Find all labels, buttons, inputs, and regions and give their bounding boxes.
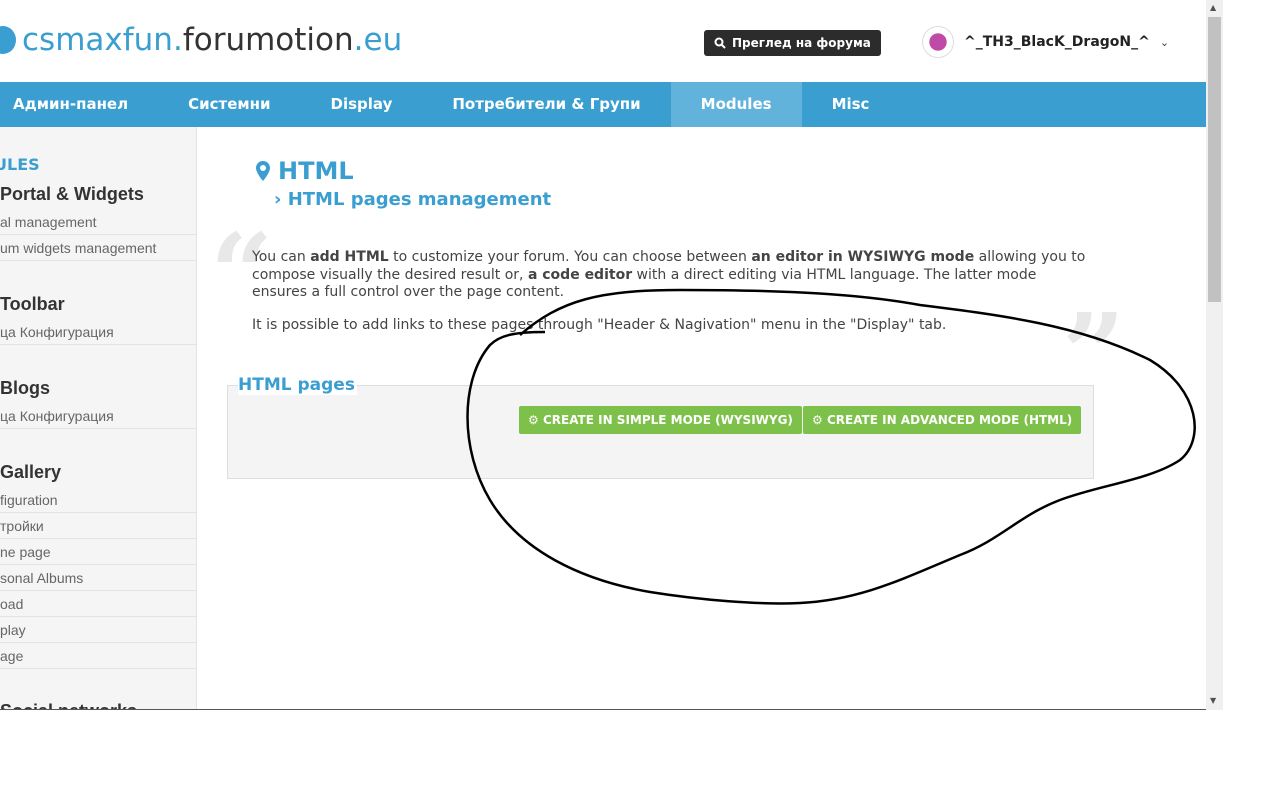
chevron-right-icon: › [274,189,282,210]
description-paragraph: You can add HTML to customize your forum… [252,249,1086,300]
sidebar-heading: Toolbar [0,294,65,314]
browser-viewport: csmaxfun.forumotion.eu Преглед на форума… [0,0,1206,710]
header: csmaxfun.forumotion.eu Преглед на форума… [0,0,1206,82]
sidebar-link[interactable]: figuration [0,487,196,513]
sidebar-link[interactable]: ца Конфигурация [0,403,196,429]
main-nav: Админ-панел Системни Display Потребители… [0,82,1206,127]
sidebar-link[interactable]: age [0,643,196,669]
sidebar-heading: Gallery [0,462,62,482]
sidebar-title: ULES [0,155,40,174]
sidebar-section-social: Social networks [0,696,196,709]
sidebar-heading: Social networks [0,696,196,709]
sidebar-link[interactable]: play [0,617,196,643]
gear-icon: ⚙ [528,413,539,427]
sidebar-link[interactable]: sonal Albums [0,565,196,591]
logo-text: csmaxfun.forumotion.eu [22,22,403,58]
description-links-note: It is possible to add links to these pag… [252,316,947,333]
username: ^_TH3_BlacK_DragoN_^ [964,34,1150,50]
main-content: HTML › HTML pages management “ ” You can… [198,127,1206,709]
speech-bubble-icon [0,26,16,54]
sidebar-link[interactable]: um widgets management [0,235,196,261]
forum-logo[interactable]: csmaxfun.forumotion.eu [0,22,402,58]
tab-system[interactable]: Системни [158,82,300,127]
tab-display[interactable]: Display [301,82,423,127]
user-menu[interactable]: ^_TH3_BlacK_DragoN_^ ⌄ [922,26,1169,58]
scroll-up-icon[interactable]: ▲ [1210,3,1216,12]
search-icon [714,37,726,49]
sidebar-section-portal: Portal & Widgets al management um widget… [0,179,196,261]
tab-modules[interactable]: Modules [670,82,802,127]
html-pages-panel: HTML pages ⚙ CREATE IN SIMPLE MODE (WYSI… [227,375,1094,479]
scroll-down-icon[interactable]: ▼ [1210,696,1216,705]
sidebar-link[interactable]: oad [0,591,196,617]
sidebar-heading: Blogs [0,378,51,398]
map-marker-icon [256,161,270,181]
description: You can add HTML to customize your forum… [252,249,1092,349]
preview-forum-button[interactable]: Преглед на форума [704,30,881,56]
sidebar-heading: Portal & Widgets [0,184,144,204]
scrollbar[interactable]: ▲ ▼ [1206,0,1223,710]
sidebar: ULES Portal & Widgets al management um w… [0,127,197,709]
panel-title: HTML pages [238,375,357,395]
create-advanced-mode-button[interactable]: ⚙ CREATE IN ADVANCED MODE (HTML) [803,406,1082,434]
preview-forum-label: Преглед на форума [732,36,871,50]
page-title: HTML [256,157,354,185]
sidebar-link[interactable]: al management [0,209,196,235]
gears-icon: ⚙ [812,413,823,427]
tab-admin-panel[interactable]: Админ-панел [0,82,158,127]
scrollbar-thumb[interactable] [1208,17,1221,302]
breadcrumb[interactable]: › HTML pages management [274,189,551,210]
tab-users-groups[interactable]: Потребители & Групи [422,82,670,127]
chevron-down-icon: ⌄ [1159,35,1170,49]
sidebar-section-toolbar: Toolbar ца Конфигурация [0,289,196,345]
avatar [922,26,954,58]
tab-misc[interactable]: Misc [802,82,900,127]
create-simple-mode-button[interactable]: ⚙ CREATE IN SIMPLE MODE (WYSIWYG) [519,406,802,434]
sidebar-section-gallery: Gallery figuration тройки ne page sonal … [0,457,196,669]
sidebar-section-blogs: Blogs ца Конфигурация [0,373,196,429]
sidebar-link[interactable]: ца Конфигурация [0,319,196,345]
sidebar-link[interactable]: ne page [0,539,196,565]
sidebar-link[interactable]: тройки [0,513,196,539]
